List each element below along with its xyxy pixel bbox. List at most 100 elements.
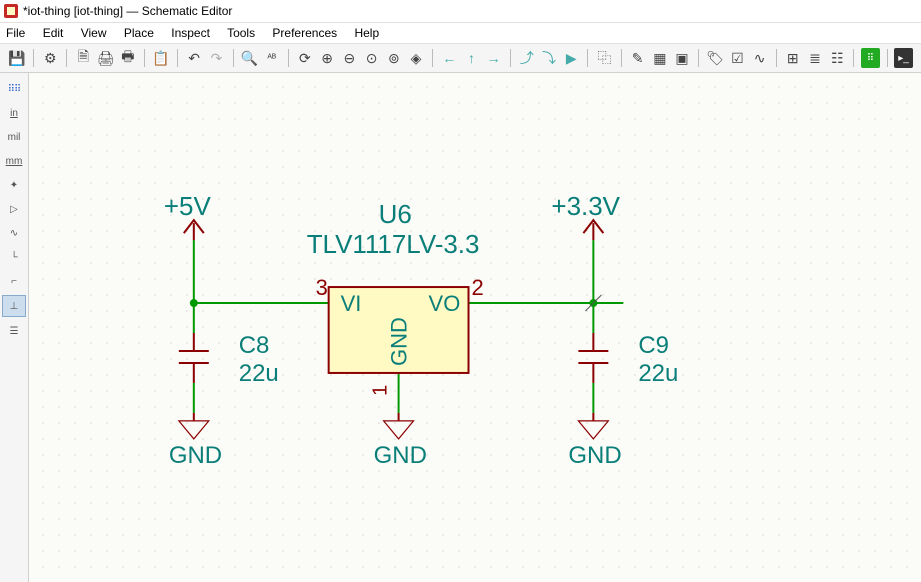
power-3v3[interactable]: +3.3V bbox=[551, 191, 620, 311]
bulk-edit-icon[interactable]: ☷ bbox=[828, 48, 846, 68]
symbol-browser-icon[interactable]: ▦ bbox=[651, 48, 669, 68]
component-c8[interactable]: C8 22u bbox=[179, 332, 279, 387]
component-c9[interactable]: C9 22u bbox=[578, 332, 678, 387]
gnd-c8-label: GND bbox=[169, 442, 222, 469]
menu-edit[interactable]: Edit bbox=[43, 26, 64, 40]
assign-footprints-icon[interactable]: ⊞ bbox=[784, 48, 802, 68]
90deg-icon[interactable]: ⊥ bbox=[2, 295, 26, 317]
u6-pin3-name: VI bbox=[341, 291, 362, 316]
symbol-editor-icon[interactable]: ✎ bbox=[628, 48, 646, 68]
menu-view[interactable]: View bbox=[81, 26, 107, 40]
simulator-icon[interactable]: ∿ bbox=[751, 48, 769, 68]
c8-value: 22u bbox=[239, 360, 279, 387]
hidden-pins-icon[interactable]: ▷ bbox=[3, 199, 25, 219]
u6-value: TLV1117LV-3.3 bbox=[307, 229, 480, 259]
u6-pin2-num: 2 bbox=[472, 275, 484, 300]
separator bbox=[776, 49, 777, 67]
title-bar: *iot-thing [iot-thing] — Schematic Edito… bbox=[0, 0, 921, 23]
redo-icon[interactable]: ↷ bbox=[207, 48, 225, 68]
toolbar: 💾 ⚙ 🗎 🖨 🖶 📋 ↶ ↷ 🔍 ᴬᴮ ⟳ ⊕ ⊖ ⊙ ⊚ ◈ ← ↑ → ⤴… bbox=[0, 44, 921, 73]
schematic-drawing: +5V +3.3V U6 TLV1117LV-3.3 3 VI 2 VO bbox=[29, 73, 921, 582]
power-3v3-label: +3.3V bbox=[551, 191, 620, 221]
component-u6[interactable]: U6 TLV1117LV-3.3 3 VI 2 VO 1 GND bbox=[307, 199, 484, 396]
leave-sheet-icon[interactable]: ⤵ bbox=[540, 48, 558, 68]
gnd-c8[interactable]: GND bbox=[169, 413, 222, 469]
c8-ref: C8 bbox=[239, 332, 270, 359]
hierarchy-icon[interactable]: ⿻ bbox=[595, 48, 613, 68]
zoom-out-icon[interactable]: ⊖ bbox=[340, 48, 358, 68]
page-icon[interactable]: 🗎 bbox=[74, 48, 92, 68]
grid-dots-icon[interactable]: ⠿⠿ bbox=[3, 79, 25, 99]
units-inches-button[interactable]: in bbox=[3, 103, 25, 123]
separator bbox=[233, 49, 234, 67]
separator bbox=[33, 49, 34, 67]
schematic-canvas[interactable]: +5V +3.3V U6 TLV1117LV-3.3 3 VI 2 VO bbox=[29, 73, 921, 582]
zoom-objects-icon[interactable]: ⊚ bbox=[385, 48, 403, 68]
bom-icon[interactable]: ≣ bbox=[806, 48, 824, 68]
run-icon[interactable]: ▶ bbox=[562, 48, 580, 68]
separator bbox=[510, 49, 511, 67]
u6-ref: U6 bbox=[379, 199, 412, 229]
enter-sheet-icon[interactable]: ⤴ bbox=[518, 48, 536, 68]
menu-file[interactable]: File bbox=[6, 26, 25, 40]
scripting-console-icon[interactable]: ▸_ bbox=[894, 48, 912, 68]
nav-back-icon[interactable]: ← bbox=[440, 48, 458, 68]
menu-preferences[interactable]: Preferences bbox=[272, 26, 337, 40]
separator bbox=[887, 49, 888, 67]
separator bbox=[177, 49, 178, 67]
free-angle-icon[interactable]: └ bbox=[3, 247, 25, 267]
units-mils-button[interactable]: mil bbox=[3, 127, 25, 147]
erc-icon[interactable]: ☑ bbox=[728, 48, 746, 68]
u6-pin1-name: GND bbox=[387, 317, 412, 366]
zoom-selection-icon[interactable]: ◈ bbox=[407, 48, 425, 68]
c9-value: 22u bbox=[638, 360, 678, 387]
gnd-u6-label: GND bbox=[374, 442, 427, 469]
find-replace-icon[interactable]: ᴬᴮ bbox=[263, 48, 281, 68]
nav-up-icon[interactable]: ↑ bbox=[462, 48, 480, 68]
annotate-auto-icon[interactable]: ☰ bbox=[3, 321, 25, 341]
gnd-c9[interactable]: GND bbox=[568, 413, 621, 469]
hidden-fields-icon[interactable]: ∿ bbox=[3, 223, 25, 243]
units-mm-button[interactable]: mm bbox=[3, 151, 25, 171]
u6-pin3-num: 3 bbox=[316, 275, 328, 300]
schematic-setup-icon[interactable]: ⚙ bbox=[41, 48, 59, 68]
plot-icon[interactable]: 🖶 bbox=[119, 48, 137, 68]
separator bbox=[698, 49, 699, 67]
zoom-in-icon[interactable]: ⊕ bbox=[318, 48, 336, 68]
separator bbox=[853, 49, 854, 67]
power-5v-label: +5V bbox=[164, 191, 212, 221]
menu-place[interactable]: Place bbox=[124, 26, 154, 40]
save-icon[interactable]: 💾 bbox=[8, 48, 26, 68]
separator bbox=[288, 49, 289, 67]
separator bbox=[621, 49, 622, 67]
gnd-u6[interactable]: GND bbox=[374, 413, 427, 469]
menu-bar: File Edit View Place Inspect Tools Prefe… bbox=[0, 23, 921, 44]
gnd-c9-label: GND bbox=[568, 442, 621, 469]
cursor-shape-icon[interactable]: ✦ bbox=[3, 175, 25, 195]
pcb-editor-icon[interactable]: ⠿ bbox=[861, 48, 879, 68]
window-title: *iot-thing [iot-thing] — Schematic Edito… bbox=[23, 0, 232, 22]
separator bbox=[587, 49, 588, 67]
nav-forward-icon[interactable]: → bbox=[485, 48, 503, 68]
separator bbox=[66, 49, 67, 67]
45deg-icon[interactable]: ⌐ bbox=[3, 271, 25, 291]
u6-pin2-name: VO bbox=[429, 291, 461, 316]
u6-pin1-num: 1 bbox=[370, 385, 392, 396]
footprint-icon[interactable]: ▣ bbox=[673, 48, 691, 68]
undo-icon[interactable]: ↶ bbox=[185, 48, 203, 68]
c9-ref: C9 bbox=[638, 332, 669, 359]
menu-inspect[interactable]: Inspect bbox=[171, 26, 210, 40]
paste-icon[interactable]: 📋 bbox=[152, 48, 170, 68]
menu-tools[interactable]: Tools bbox=[227, 26, 255, 40]
print-icon[interactable]: 🖨 bbox=[97, 48, 115, 68]
separator bbox=[144, 49, 145, 67]
annotate-icon[interactable]: 🏷 bbox=[706, 48, 724, 68]
refresh-icon[interactable]: ⟳ bbox=[296, 48, 314, 68]
app-icon bbox=[4, 4, 18, 18]
menu-help[interactable]: Help bbox=[354, 26, 379, 40]
zoom-fit-icon[interactable]: ⊙ bbox=[362, 48, 380, 68]
power-5v[interactable]: +5V bbox=[164, 191, 212, 240]
find-icon[interactable]: 🔍 bbox=[240, 48, 258, 68]
separator bbox=[432, 49, 433, 67]
left-toolbar: ⠿⠿ in mil mm ✦ ▷ ∿ └ ⌐ ⊥ ☰ bbox=[0, 73, 29, 582]
